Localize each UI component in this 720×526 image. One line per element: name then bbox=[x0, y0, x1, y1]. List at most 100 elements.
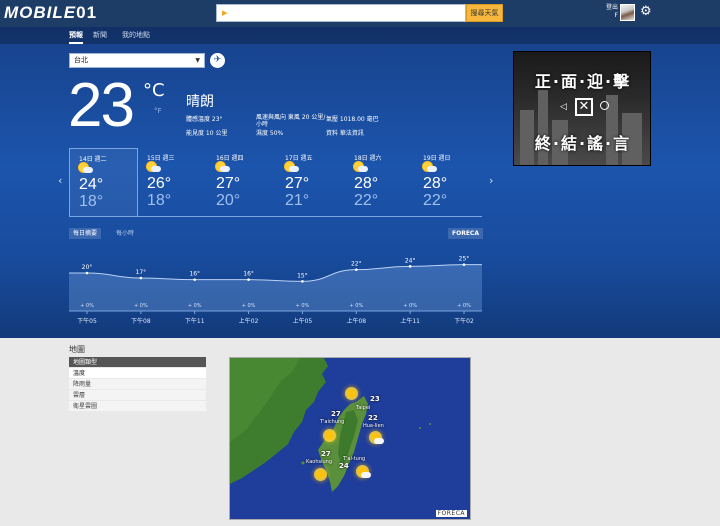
bing-icon: ▸ bbox=[222, 6, 228, 19]
map-type-header: 地圖類型 bbox=[69, 357, 206, 368]
precip-label: + 0% bbox=[242, 303, 256, 309]
forecast-low: 18° bbox=[147, 192, 172, 209]
site-logo[interactable]: MOBILE01 bbox=[4, 3, 97, 23]
temp-label: 16° bbox=[243, 271, 254, 278]
locate-icon[interactable]: ✈ bbox=[210, 53, 225, 68]
tab-news[interactable]: 新聞 bbox=[93, 30, 107, 40]
login-text[interactable]: 登出 F bbox=[604, 4, 618, 20]
map-temp: 27 bbox=[321, 450, 331, 458]
forecast-day[interactable]: 17日 週五 27° 21° bbox=[276, 148, 345, 216]
x-tick-label: 上午05 bbox=[293, 317, 313, 325]
partly-cloudy-icon bbox=[355, 464, 371, 479]
tab-forecast[interactable]: 預報 bbox=[69, 30, 83, 44]
forecast-date: 18日 週六 bbox=[354, 155, 382, 162]
city-select[interactable]: 台北 ▼ bbox=[69, 53, 205, 68]
triangle-icon: ◁ bbox=[560, 102, 567, 112]
logout-label: 登出 bbox=[605, 4, 618, 11]
forecast-day[interactable]: 19日 週日 28° 22° bbox=[414, 148, 483, 216]
forecast-high: 28° bbox=[423, 175, 448, 192]
temp-point bbox=[85, 271, 89, 275]
ad-line-1: 正·面·迎·擊 bbox=[534, 72, 632, 91]
map-terrain bbox=[230, 358, 431, 492]
temp-area bbox=[69, 264, 482, 311]
forecast-low: 20° bbox=[216, 192, 241, 209]
precip-label: + 0% bbox=[296, 303, 310, 309]
weather-map[interactable]: 23 Taipei 27 T'aichung 22 Hua-lien 27 Ka… bbox=[229, 357, 471, 520]
tab-hourly[interactable]: 每小時 bbox=[112, 228, 138, 239]
forecast-low: 22° bbox=[354, 192, 379, 209]
circle-icon bbox=[600, 101, 609, 110]
map-type-precipitation[interactable]: 降雨量 bbox=[69, 379, 206, 390]
gear-icon[interactable]: ⚙ bbox=[640, 4, 652, 19]
temp-point bbox=[139, 276, 143, 280]
forecast-day[interactable]: 15日 週三 26° 18° bbox=[138, 148, 207, 216]
temp-label: 15° bbox=[297, 272, 308, 279]
map-type-satellite[interactable]: 衛星雲圖 bbox=[69, 401, 206, 412]
foreca-logo[interactable]: FORECA bbox=[448, 228, 483, 239]
forecast-day[interactable]: 18日 週六 28° 22° bbox=[345, 148, 414, 216]
x-tick-label: 下午02 bbox=[454, 317, 474, 325]
current-temp: 23 bbox=[68, 71, 135, 140]
precip-label: + 0% bbox=[80, 303, 94, 309]
forecast-high: 27° bbox=[285, 175, 310, 192]
hourly-chart: 20° + 0% 下午05 17° + 0% 下午08 16° + 0% 下午11 16° + 0%… bbox=[69, 241, 482, 325]
feels-like: 體感溫度 23° bbox=[186, 116, 223, 123]
x-tick-label: 下午08 bbox=[131, 317, 151, 325]
forecast-high: 28° bbox=[354, 175, 379, 192]
temp-point bbox=[354, 268, 358, 271]
forecast-date: 17日 週五 bbox=[285, 155, 313, 162]
maps-title: 地圖 bbox=[69, 345, 85, 354]
partly-sunny-icon bbox=[285, 162, 299, 174]
unit-fahrenheit[interactable]: °F bbox=[154, 107, 162, 115]
chevron-right-icon[interactable]: › bbox=[489, 174, 493, 187]
tab-daily-summary[interactable]: 每日摘要 bbox=[69, 228, 102, 239]
precip-label: + 0% bbox=[349, 303, 363, 309]
precip-label: + 0% bbox=[134, 303, 148, 309]
unit-celsius[interactable]: °C bbox=[143, 80, 165, 101]
temp-point bbox=[408, 265, 412, 268]
forecast-low: 22° bbox=[423, 192, 448, 209]
partly-cloudy-icon bbox=[368, 430, 384, 445]
temp-point bbox=[193, 278, 197, 281]
avatar[interactable] bbox=[620, 4, 635, 21]
ad-line-2: 終·結·謠·言 bbox=[534, 134, 632, 153]
map-provider: FORECA bbox=[435, 510, 467, 517]
ad-banner[interactable]: 正·面·迎·擊 ◁ ✕ 終·結·謠·言 bbox=[513, 51, 651, 166]
map-city: T'aichung bbox=[320, 419, 345, 425]
map-type-temperature[interactable]: 溫度 bbox=[69, 368, 206, 379]
map-city: Taipei bbox=[356, 405, 371, 411]
current-condition: 晴朗 bbox=[186, 94, 214, 110]
city-value: 台北 bbox=[74, 56, 88, 64]
nav-bar: 預報 新聞 我的地點 bbox=[0, 27, 720, 44]
x-tick-label: 上午02 bbox=[239, 317, 259, 325]
temp-label: 25° bbox=[459, 256, 470, 263]
map-type-clouds[interactable]: 雲層 bbox=[69, 390, 206, 401]
data-source: 資料 華法資訊 bbox=[326, 130, 364, 137]
chevron-down-icon: ▼ bbox=[195, 57, 200, 64]
precip-label: + 0% bbox=[188, 303, 202, 309]
map-type-list: 地圖類型 溫度 降雨量 雲層 衛星雲圖 bbox=[69, 357, 206, 412]
temp-label: 24° bbox=[405, 257, 416, 264]
forecast-day[interactable]: 14日 週二 24° 18° bbox=[69, 148, 138, 216]
chevron-left-icon[interactable]: ‹ bbox=[58, 174, 62, 187]
x-tick-label: 上午11 bbox=[400, 317, 420, 325]
forecast-high: 24° bbox=[79, 176, 104, 193]
map-temp: 24 bbox=[339, 462, 349, 470]
temp-label: 16° bbox=[189, 271, 200, 278]
top-bar: MOBILE01 ▸ 搜尋天氣 登出 F ⚙ bbox=[0, 0, 720, 27]
map-temp: 27 bbox=[331, 410, 341, 418]
forecast-low: 18° bbox=[79, 193, 104, 210]
partly-sunny-icon bbox=[147, 162, 161, 174]
map-temp: 23 bbox=[370, 395, 380, 403]
partly-sunny-icon bbox=[216, 162, 230, 174]
temp-point bbox=[462, 263, 466, 266]
forecast-day[interactable]: 16日 週四 27° 20° bbox=[207, 148, 276, 216]
search-input[interactable]: ▸ bbox=[216, 4, 466, 22]
partly-sunny-icon bbox=[423, 162, 437, 174]
temp-label: 20° bbox=[82, 264, 93, 271]
search-button[interactable]: 搜尋天氣 bbox=[466, 4, 503, 22]
forecast-date: 14日 週二 bbox=[79, 156, 107, 163]
chart-svg: 20° + 0% 下午05 17° + 0% 下午08 16° + 0% 下午11 16° + 0%… bbox=[69, 256, 482, 325]
tab-my-places[interactable]: 我的地點 bbox=[122, 30, 150, 40]
partly-sunny-icon bbox=[354, 162, 368, 174]
